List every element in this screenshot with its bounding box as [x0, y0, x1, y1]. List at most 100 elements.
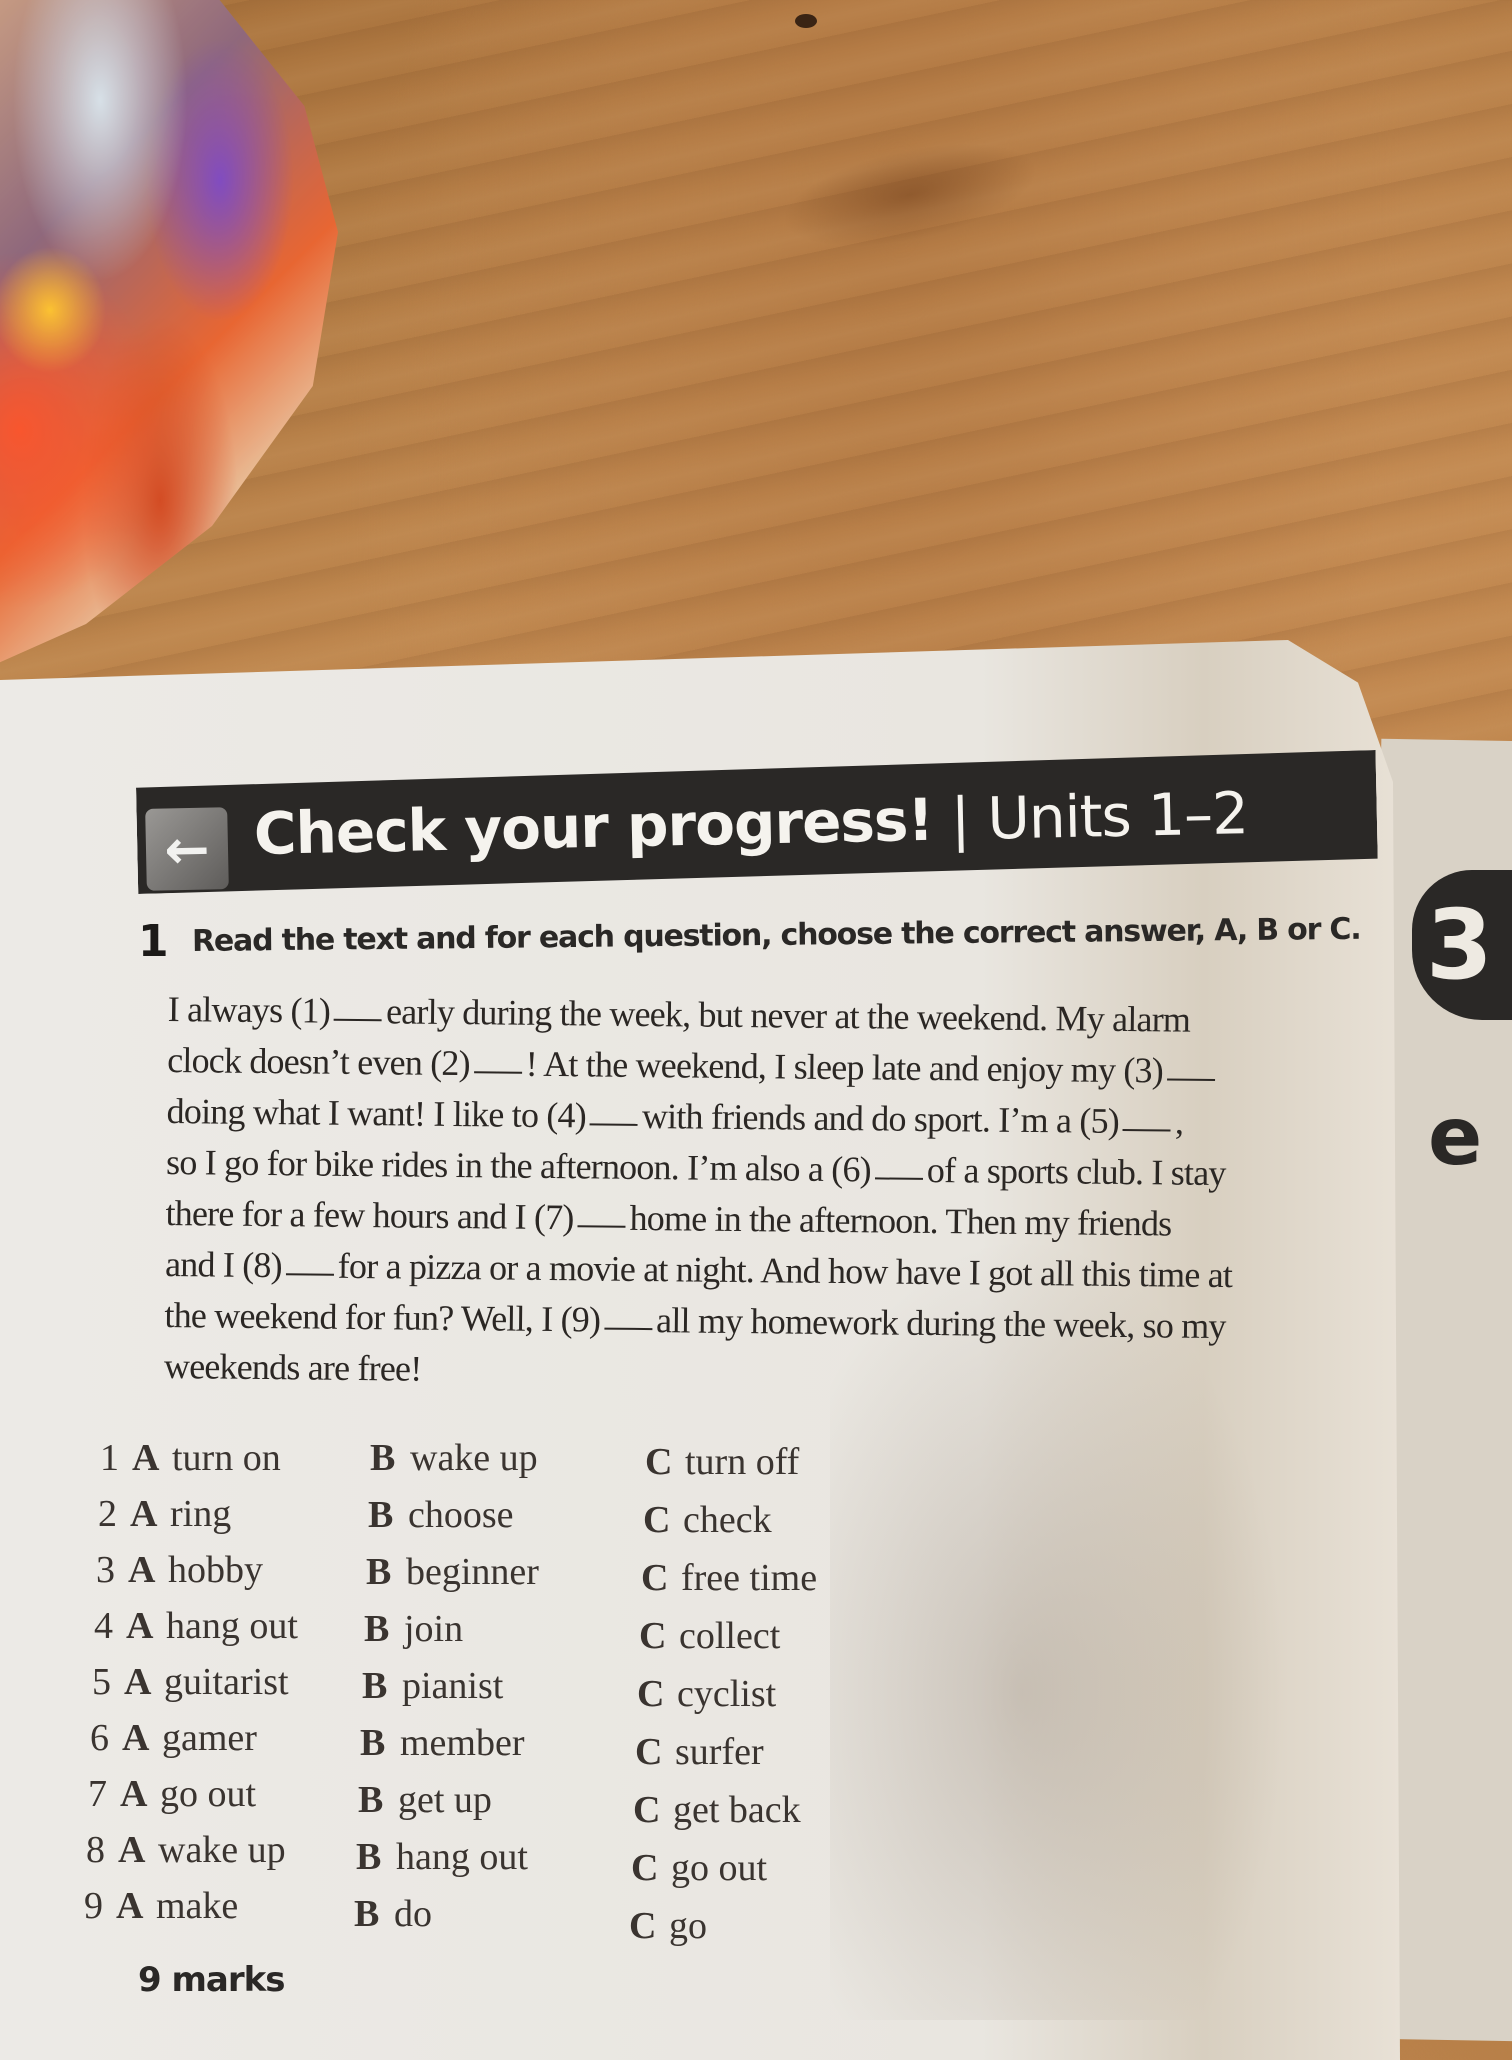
option-letter: B [368, 1493, 408, 1537]
option-letter: C [645, 1440, 685, 1484]
passage-text: for a pizza or a movie at night. And how… [338, 1246, 1233, 1295]
option-text: wake up [158, 1829, 286, 1871]
option-text: do [394, 1893, 432, 1935]
passage-text: all my homework during the week, so my [656, 1300, 1226, 1346]
option-text: hang out [166, 1605, 298, 1647]
option-text: guitarist [164, 1661, 289, 1703]
option-text: ring [170, 1493, 231, 1535]
option-c[interactable]: Ccyclist [637, 1672, 776, 1716]
option-letter: A [122, 1716, 162, 1760]
question-number: 8 [86, 1828, 118, 1872]
answer-blank [577, 1224, 625, 1228]
reading-passage: I always (1)early during the week, but n… [164, 984, 1428, 1405]
option-text: hobby [168, 1549, 263, 1591]
option-a[interactable]: 6Agamer [90, 1716, 257, 1760]
option-a[interactable]: 8Awake up [86, 1828, 286, 1872]
option-text: turn on [172, 1437, 281, 1479]
option-letter: A [132, 1436, 172, 1480]
option-letter: C [643, 1498, 683, 1542]
option-b[interactable]: Bmember [360, 1721, 525, 1765]
question-number: 7 [88, 1772, 120, 1816]
option-a[interactable]: 5Aguitarist [92, 1660, 289, 1704]
option-a[interactable]: 3Ahobby [96, 1548, 263, 1592]
passage-text: the weekend for fun? Well, I (9) [164, 1295, 600, 1340]
option-c[interactable]: Cturn off [645, 1440, 799, 1484]
question-number: 3 [96, 1548, 128, 1592]
option-letter: B [364, 1607, 404, 1651]
facing-page-letter: e [1428, 1090, 1482, 1183]
passage-text: early during the week, but never at the … [386, 991, 1190, 1039]
option-text: gamer [162, 1717, 257, 1759]
option-letter: A [120, 1772, 160, 1816]
option-text: surfer [675, 1731, 764, 1773]
option-letter: B [360, 1721, 400, 1765]
option-c[interactable]: Cgo [629, 1904, 707, 1948]
option-letter: B [356, 1835, 396, 1879]
option-letter: C [639, 1614, 679, 1658]
option-a[interactable]: 2Aring [98, 1492, 231, 1536]
option-text: cyclist [677, 1673, 776, 1715]
option-b[interactable]: Bjoin [364, 1607, 463, 1651]
option-a[interactable]: 7Ago out [88, 1772, 256, 1816]
passage-text: home in the afternoon. Then my friends [629, 1198, 1171, 1244]
option-letter: A [124, 1660, 164, 1704]
option-text: hang out [396, 1836, 528, 1878]
option-text: go out [160, 1773, 256, 1815]
option-text: make [156, 1885, 238, 1927]
option-letter: A [130, 1492, 170, 1536]
option-text: check [683, 1499, 772, 1541]
option-letter: B [362, 1664, 402, 1708]
option-a[interactable]: 9Amake [84, 1884, 238, 1928]
option-c[interactable]: Cget back [633, 1788, 801, 1832]
question-number: 1 [100, 1436, 132, 1480]
option-letter: B [366, 1550, 406, 1594]
back-arrow-icon: ← [145, 807, 229, 891]
option-a[interactable]: 4Ahang out [94, 1604, 298, 1648]
option-letter: B [354, 1892, 394, 1936]
option-b[interactable]: Bhang out [356, 1835, 528, 1879]
title-separator: | [950, 785, 970, 853]
option-letter: C [635, 1730, 675, 1774]
answer-blank [875, 1176, 923, 1180]
marks-total: 9 marks [138, 1960, 284, 2000]
answer-blank [474, 1070, 522, 1074]
answer-blank [1123, 1128, 1171, 1132]
option-text: member [400, 1722, 525, 1764]
option-b[interactable]: Bbeginner [366, 1550, 539, 1594]
option-c[interactable]: Cfree time [641, 1556, 817, 1600]
option-b[interactable]: Bchoose [368, 1493, 514, 1537]
option-b[interactable]: Bwake up [370, 1436, 538, 1480]
option-text: go out [671, 1847, 767, 1889]
answer-blank [604, 1327, 652, 1331]
option-text: free time [681, 1557, 817, 1599]
passage-text: and I (8) [165, 1244, 282, 1285]
option-c[interactable]: Ccollect [639, 1614, 780, 1658]
option-c[interactable]: Ccheck [643, 1498, 772, 1542]
option-b[interactable]: Bget up [358, 1778, 492, 1822]
option-text: join [404, 1608, 463, 1650]
question-number: 4 [94, 1604, 126, 1648]
option-letter: A [126, 1604, 166, 1648]
table-mark [795, 14, 817, 28]
passage-text: clock doesn’t even (2) [167, 1040, 470, 1083]
option-c[interactable]: Cgo out [631, 1846, 767, 1890]
question-number: 6 [90, 1716, 122, 1760]
option-text: go [669, 1905, 707, 1947]
passage-text: , [1175, 1102, 1184, 1142]
option-text: choose [408, 1494, 514, 1536]
option-a[interactable]: 1Aturn on [100, 1436, 281, 1480]
answer-blank [1167, 1077, 1215, 1081]
option-text: pianist [402, 1665, 503, 1707]
passage-text: there for a few hours and I (7) [165, 1193, 573, 1237]
option-letter: C [637, 1672, 677, 1716]
option-b[interactable]: Bdo [354, 1892, 432, 1936]
option-text: turn off [685, 1441, 799, 1483]
option-letter: C [629, 1904, 669, 1948]
answer-blank [286, 1272, 334, 1276]
option-b[interactable]: Bpianist [362, 1664, 503, 1708]
passage-text: with friends and do sport. I’m a (5) [642, 1096, 1119, 1141]
question-number: 5 [92, 1660, 124, 1704]
option-text: beginner [406, 1551, 539, 1593]
option-c[interactable]: Csurfer [635, 1730, 764, 1774]
option-text: get up [398, 1779, 492, 1821]
